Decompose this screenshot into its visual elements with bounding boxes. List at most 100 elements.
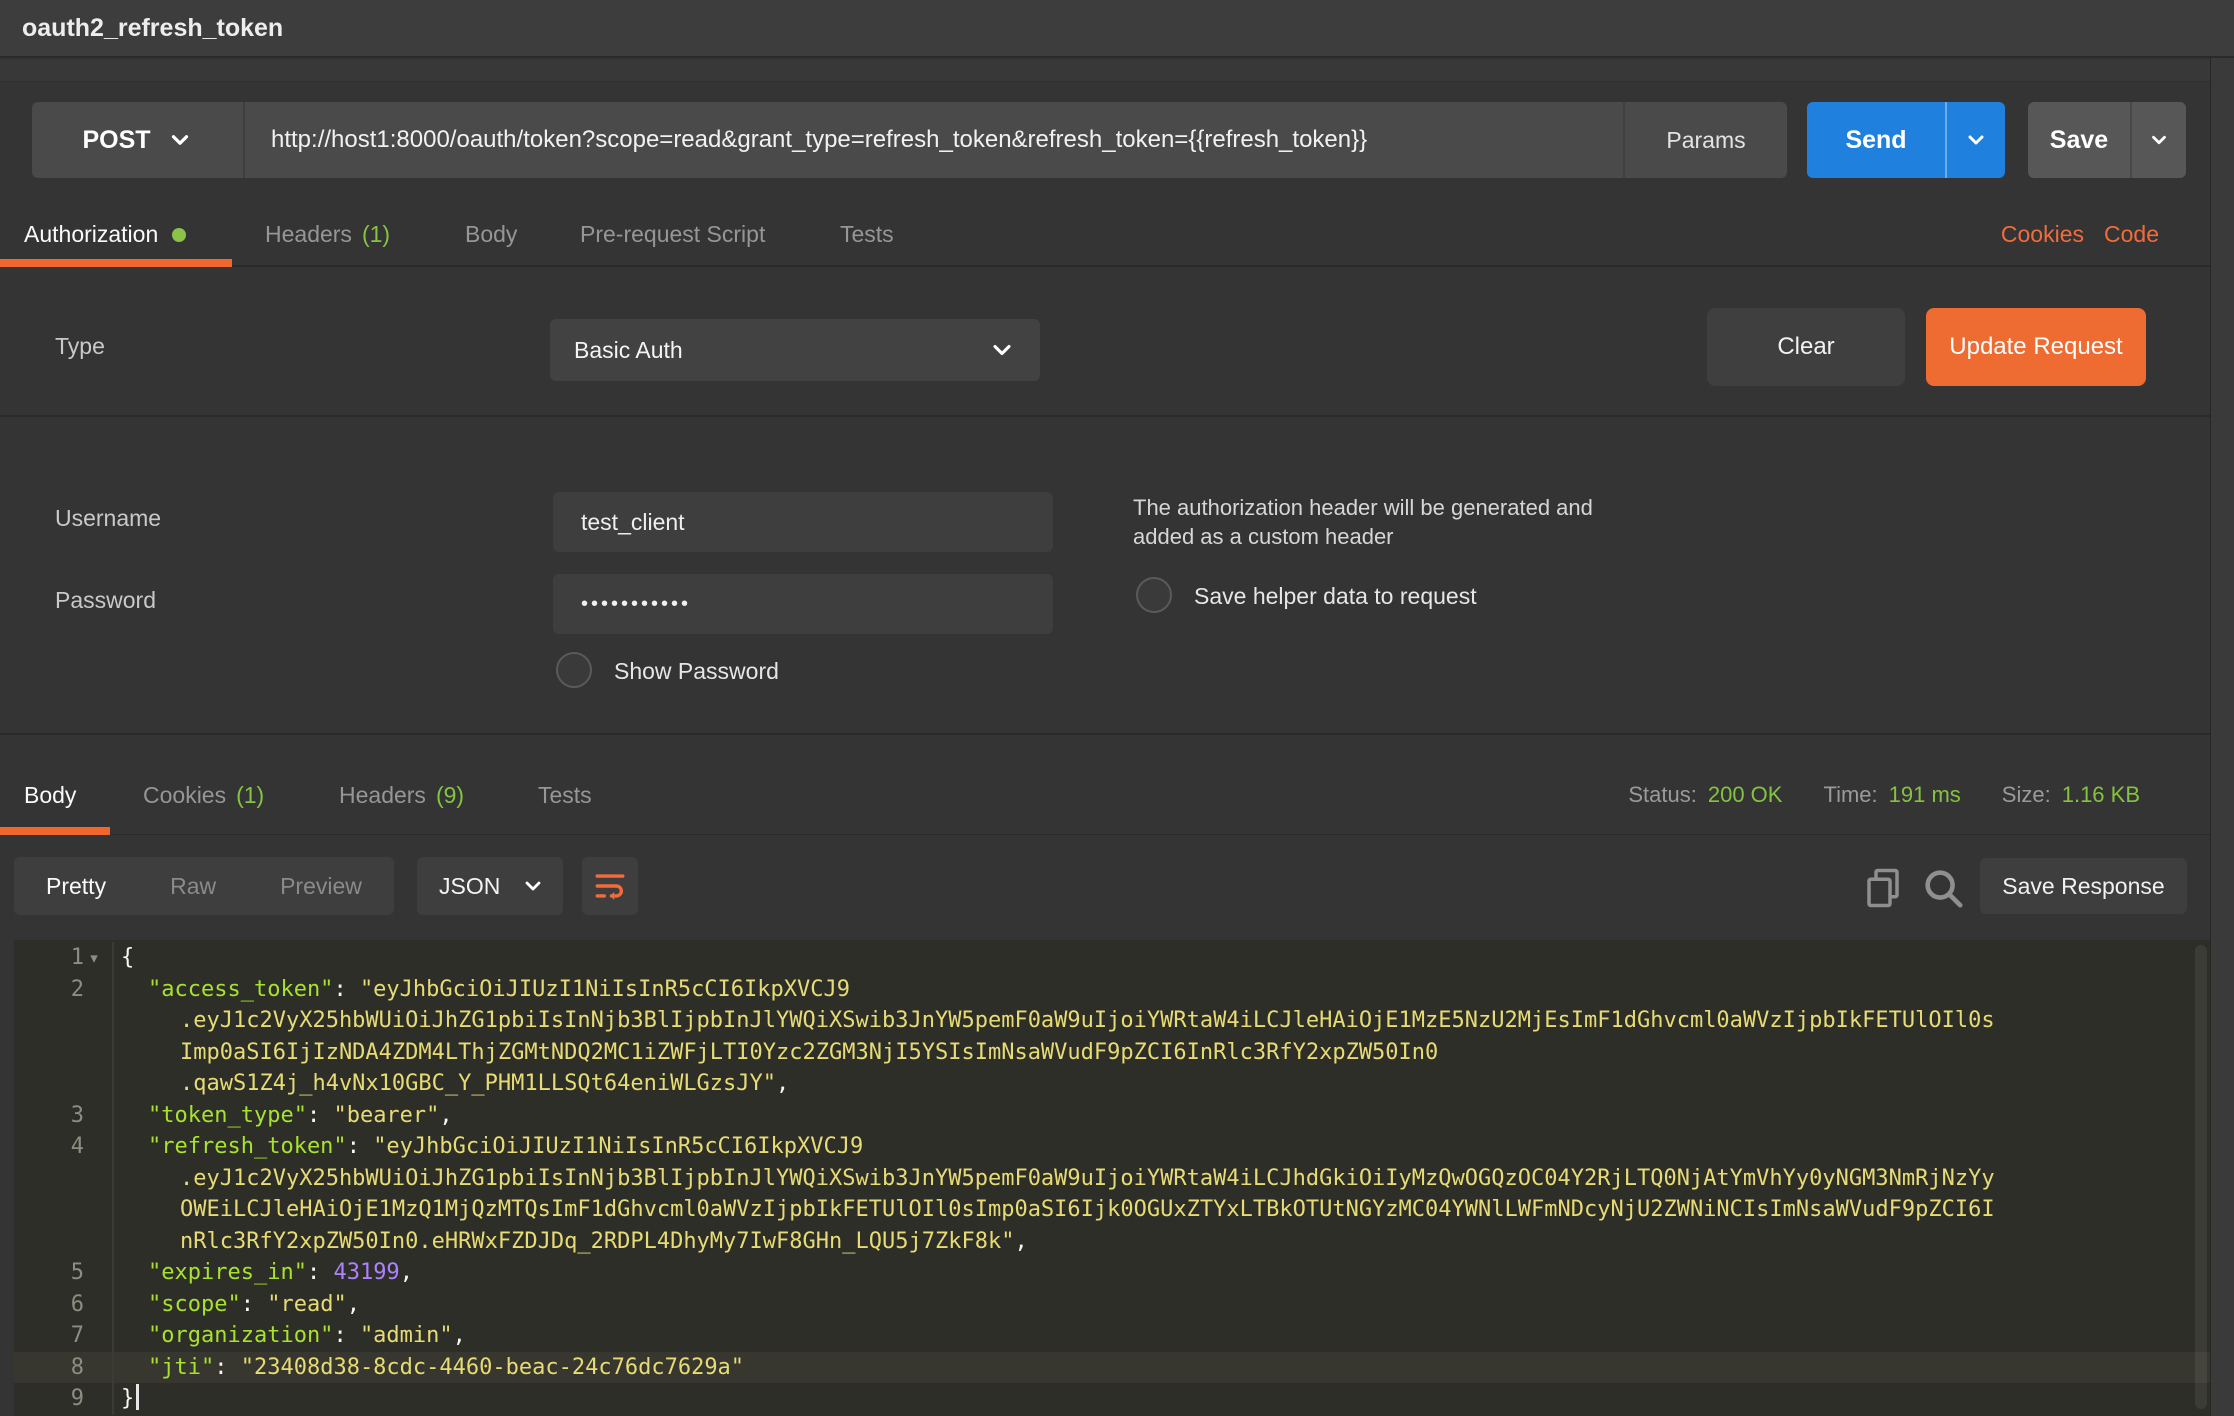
line-number: 6 bbox=[71, 1292, 84, 1317]
response-body-editor[interactable]: 1▾{2"access_token": "eyJhbGciOiJIUzI1NiI… bbox=[14, 940, 2210, 1416]
line-number: 4 bbox=[71, 1134, 84, 1159]
search-response-button[interactable] bbox=[1920, 865, 1966, 911]
username-field[interactable]: test_client bbox=[553, 492, 1053, 552]
cookies-count-badge: (1) bbox=[236, 782, 264, 809]
fold-toggle-icon[interactable]: ▾ bbox=[84, 949, 104, 967]
username-label: Username bbox=[55, 505, 161, 532]
code-line: .eyJ1c2VyX25hbWUiOiJhZG1pbiIsInNjb3BlIjp… bbox=[14, 1163, 2210, 1195]
method-select[interactable]: POST bbox=[32, 102, 245, 178]
code-line: OWEiLCJleHAiOjE1MzQ1MjQzMTQsImF1dGhvcml0… bbox=[14, 1194, 2210, 1226]
code-line: 6"scope": "read", bbox=[14, 1289, 2210, 1321]
size-value: 1.16 KB bbox=[2062, 782, 2140, 808]
tab-tests[interactable]: Tests bbox=[840, 204, 894, 265]
code-line: 9} bbox=[14, 1383, 2210, 1415]
url-value: http://host1:8000/oauth/token?scope=read… bbox=[271, 126, 1367, 154]
time-label: Time: bbox=[1823, 782, 1877, 808]
chevron-down-icon bbox=[1964, 128, 1988, 152]
chevron-down-icon bbox=[167, 127, 193, 153]
headers-count-badge: (1) bbox=[362, 221, 390, 248]
send-options-button[interactable] bbox=[1945, 102, 2005, 178]
tab-pre-request-script[interactable]: Pre-request Script bbox=[580, 204, 765, 265]
text-cursor bbox=[136, 1384, 139, 1410]
response-header: Body Cookies (1) Headers (9) Tests Statu… bbox=[0, 737, 2210, 835]
copy-icon bbox=[1862, 865, 1904, 911]
code-line: Imp0aSI6IjIzNDA4ZDM4LThjZGMtNDQ2MC1iZWFj… bbox=[14, 1037, 2210, 1069]
code-line: 3"token_type": "bearer", bbox=[14, 1100, 2210, 1132]
response-code-lines: 1▾{2"access_token": "eyJhbGciOiJIUzI1NiI… bbox=[14, 942, 2210, 1415]
save-helper-radio[interactable] bbox=[1136, 577, 1172, 613]
line-number: 2 bbox=[71, 977, 84, 1002]
builder-divider-band bbox=[0, 60, 2210, 82]
response-metrics: Status: 200 OK Time: 191 ms Size: 1.16 K… bbox=[1628, 767, 2140, 823]
show-password-radio[interactable] bbox=[556, 652, 592, 688]
request-tabs: Authorization Headers (1) Body Pre-reque… bbox=[0, 204, 2210, 267]
view-mode-group: Pretty Raw Preview bbox=[14, 857, 394, 915]
copy-response-button[interactable] bbox=[1862, 865, 1904, 911]
save-helper-label: Save helper data to request bbox=[1194, 583, 1477, 610]
password-label: Password bbox=[55, 587, 156, 614]
code-line: 2"access_token": "eyJhbGciOiJIUzI1NiIsIn… bbox=[14, 974, 2210, 1006]
line-number: 7 bbox=[71, 1323, 84, 1348]
response-tab-body[interactable]: Body bbox=[24, 767, 76, 823]
window-scrollbar-track[interactable] bbox=[2210, 58, 2234, 1416]
auth-type-select[interactable]: Basic Auth bbox=[550, 319, 1040, 381]
wrap-text-button[interactable] bbox=[582, 857, 638, 915]
view-mode-raw[interactable]: Raw bbox=[138, 857, 248, 915]
save-options-button[interactable] bbox=[2130, 102, 2186, 178]
auth-credentials-section: Username test_client Password ••••••••••… bbox=[0, 419, 2210, 735]
show-password-label: Show Password bbox=[614, 658, 779, 685]
password-field[interactable]: ••••••••••• bbox=[553, 574, 1053, 634]
auth-active-dot bbox=[172, 228, 186, 242]
view-mode-pretty[interactable]: Pretty bbox=[14, 857, 138, 915]
auth-helper-note: The authorization header will be generat… bbox=[1133, 495, 1593, 521]
save-response-button[interactable]: Save Response bbox=[1980, 858, 2187, 914]
auth-type-section: Type Basic Auth Clear Update Request bbox=[0, 269, 2210, 417]
line-number: 8 bbox=[71, 1355, 84, 1380]
tab-authorization[interactable]: Authorization bbox=[24, 204, 186, 265]
request-title: oauth2_refresh_token bbox=[0, 0, 2234, 56]
chevron-down-icon bbox=[2148, 129, 2170, 151]
code-line: 4"refresh_token": "eyJhbGciOiJIUzI1NiIsI… bbox=[14, 1131, 2210, 1163]
headers-count-badge: (9) bbox=[436, 782, 464, 809]
params-button[interactable]: Params bbox=[1623, 102, 1787, 178]
send-button[interactable]: Send bbox=[1807, 102, 2005, 178]
auth-helper-note: added as a custom header bbox=[1133, 524, 1394, 550]
save-button[interactable]: Save bbox=[2028, 102, 2186, 178]
chevron-down-icon bbox=[988, 336, 1016, 364]
url-input[interactable]: http://host1:8000/oauth/token?scope=read… bbox=[245, 102, 1623, 178]
code-link[interactable]: Code bbox=[2104, 221, 2159, 248]
save-label[interactable]: Save bbox=[2028, 102, 2130, 178]
code-line: .eyJ1c2VyX25hbWUiOiJhZG1pbiIsInNjb3BlIjp… bbox=[14, 1005, 2210, 1037]
tab-body[interactable]: Body bbox=[465, 204, 517, 265]
send-label[interactable]: Send bbox=[1807, 102, 1945, 178]
cookies-link[interactable]: Cookies bbox=[2001, 221, 2084, 248]
method-label: POST bbox=[82, 126, 150, 155]
line-number: 9 bbox=[71, 1386, 84, 1411]
response-tab-headers[interactable]: Headers (9) bbox=[339, 767, 464, 823]
auth-type-label: Type bbox=[55, 333, 105, 360]
request-url-bar: POST http://host1:8000/oauth/token?scope… bbox=[0, 102, 2210, 178]
code-line: 8"jti": "23408d38-8cdc-4460-beac-24c76dc… bbox=[14, 1352, 2210, 1384]
format-select[interactable]: JSON bbox=[417, 857, 563, 915]
tab-headers[interactable]: Headers (1) bbox=[265, 204, 390, 265]
response-tab-cookies[interactable]: Cookies (1) bbox=[143, 767, 264, 823]
view-mode-preview[interactable]: Preview bbox=[248, 857, 394, 915]
code-line: 7"organization": "admin", bbox=[14, 1320, 2210, 1352]
response-tab-tests[interactable]: Tests bbox=[538, 767, 592, 823]
request-title-bar: oauth2_refresh_token bbox=[0, 0, 2234, 58]
line-number: 5 bbox=[71, 1260, 84, 1285]
code-line: 1▾{ bbox=[14, 942, 2210, 974]
size-label: Size: bbox=[2002, 782, 2051, 808]
search-icon bbox=[1920, 865, 1966, 911]
active-tab-underline bbox=[0, 259, 232, 267]
wrap-text-icon bbox=[593, 869, 627, 903]
update-request-button[interactable]: Update Request bbox=[1926, 308, 2146, 386]
line-number: 1 bbox=[71, 945, 84, 970]
clear-button[interactable]: Clear bbox=[1707, 308, 1905, 386]
response-scrollbar-thumb[interactable] bbox=[2195, 945, 2207, 1409]
code-line: 5"expires_in": 43199, bbox=[14, 1257, 2210, 1289]
app-window: oauth2_refresh_token POST http://host1:8… bbox=[0, 0, 2234, 1416]
code-line: nRlc3RfY2xpZW50In0.eHRWxFZDJDq_2RDPL4Dhy… bbox=[14, 1226, 2210, 1258]
status-value: 200 OK bbox=[1708, 782, 1783, 808]
status-label: Status: bbox=[1628, 782, 1696, 808]
